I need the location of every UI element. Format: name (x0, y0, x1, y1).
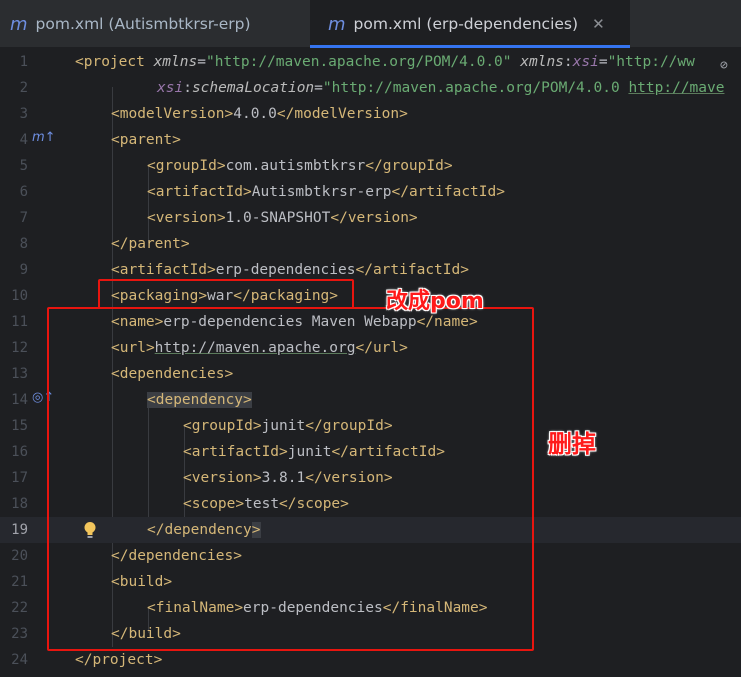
line-number: 20 (11, 548, 28, 564)
code-text: </parent> (111, 236, 190, 252)
line-number: 8 (19, 236, 28, 252)
tab-pom-erp-dependencies[interactable]: m pom.xml (erp-dependencies) ✕ (310, 0, 630, 48)
editor-tab-bar: m pom.xml (Autismbtkrsr-erp) m pom.xml (… (0, 0, 741, 48)
line-number: 22 (11, 600, 28, 616)
code-line[interactable]: 1 <project xmlns="http://maven.apache.or… (0, 49, 741, 75)
code-line[interactable]: 2 xsi:schemaLocation="http://maven.apach… (0, 75, 741, 101)
line-number: 14 (11, 392, 28, 408)
line-number: 15 (11, 418, 28, 434)
code-line[interactable]: 4 m↑ <parent> (0, 127, 741, 153)
line-number: 11 (11, 314, 28, 330)
code-line[interactable]: 3 <modelVersion>4.0.0</modelVersion> (0, 101, 741, 127)
code-line[interactable]: 8 </parent> (0, 231, 741, 257)
eye-crossed-icon[interactable]: ⊘ (720, 58, 728, 73)
line-number: 19 (11, 522, 28, 538)
tab-label: pom.xml (Autismbtkrsr-erp) (35, 15, 251, 33)
maven-icon: m (10, 13, 28, 35)
line-number: 1 (19, 54, 28, 70)
tab-label: pom.xml (erp-dependencies) (353, 15, 579, 33)
code-text: <parent> (111, 132, 181, 148)
code-text: <project xmlns="http://maven.apache.org/… (75, 54, 695, 70)
line-number: 2 (19, 80, 28, 96)
line-number: 6 (19, 184, 28, 200)
line-number: 9 (19, 262, 28, 278)
packaging-highlight-box (98, 279, 354, 309)
line-number: 5 (19, 158, 28, 174)
close-icon[interactable]: ✕ (592, 15, 605, 33)
line-number: 10 (11, 288, 28, 304)
line-number: 18 (11, 496, 28, 512)
line-number: 3 (19, 106, 28, 122)
line-number: 17 (11, 470, 28, 486)
delete-annotation: 删掉 (548, 430, 596, 458)
line-number: 16 (11, 444, 28, 460)
maven-icon: m (328, 13, 346, 35)
code-text: <groupId>com.autismbtkrsr</groupId> (147, 158, 453, 174)
code-text: <version>1.0-SNAPSHOT</version> (147, 210, 418, 226)
code-text: xsi:schemaLocation="http://maven.apache.… (157, 80, 725, 96)
line-number: 4 (19, 132, 28, 148)
line-number: 12 (11, 340, 28, 356)
line-number: 13 (11, 366, 28, 382)
code-line[interactable]: 7 <version>1.0-SNAPSHOT</version> (0, 205, 741, 231)
line-number: 21 (11, 574, 28, 590)
line-number: 24 (11, 652, 28, 668)
code-text: <artifactId>Autismbtkrsr-erp</artifactId… (147, 184, 505, 200)
code-line[interactable]: 6 <artifactId>Autismbtkrsr-erp</artifact… (0, 179, 741, 205)
tab-pom-autismbtkrsr-erp[interactable]: m pom.xml (Autismbtkrsr-erp) (0, 0, 300, 48)
delete-region-box (47, 307, 534, 651)
maven-parent-gutter-icon[interactable]: m↑ (32, 130, 56, 145)
line-number: 23 (11, 626, 28, 642)
line-number: 7 (19, 210, 28, 226)
code-text: <modelVersion>4.0.0</modelVersion> (111, 106, 408, 122)
code-line[interactable]: 5 <groupId>com.autismbtkrsr</groupId> (0, 153, 741, 179)
change-to-pom-annotation: 改成pom (386, 289, 484, 314)
